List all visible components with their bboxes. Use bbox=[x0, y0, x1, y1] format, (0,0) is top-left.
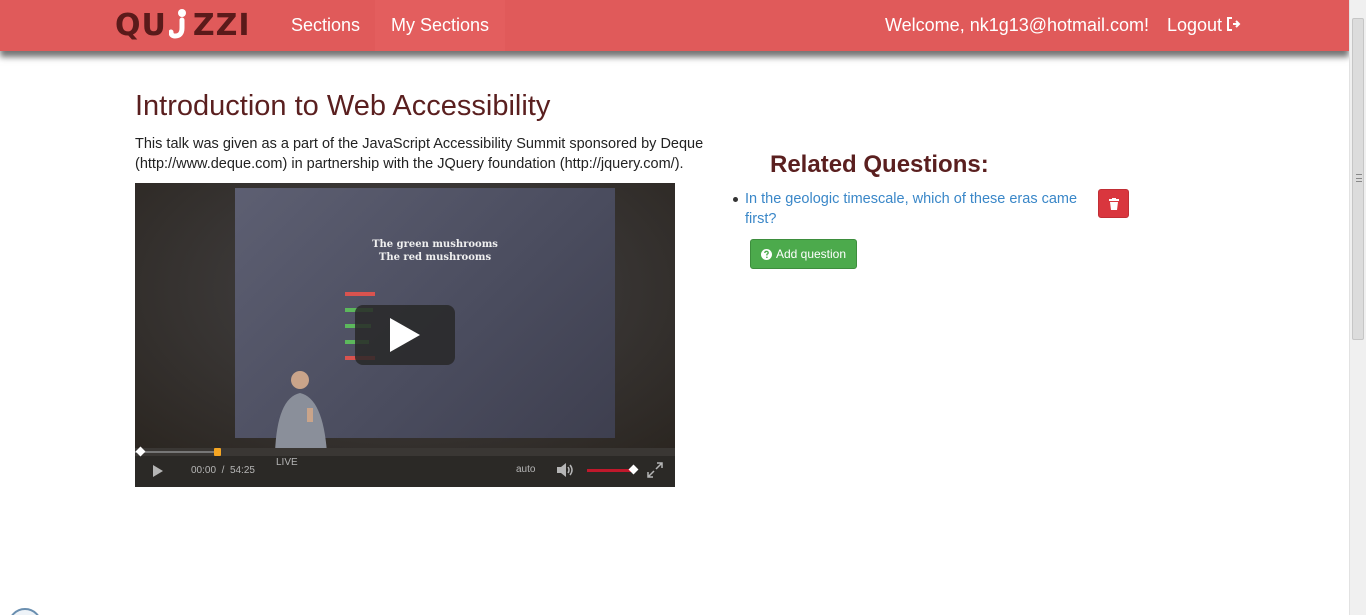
related-question-link[interactable]: In the geologic timescale, which of thes… bbox=[745, 189, 1085, 229]
scrollbar-thumb[interactable] bbox=[1352, 18, 1364, 340]
delete-question-button[interactable] bbox=[1098, 189, 1129, 218]
welcome-text: Welcome, nk1g13@hotmail.com! bbox=[885, 15, 1150, 35]
quality-selector[interactable]: auto bbox=[516, 464, 535, 475]
slide-title: The green mushrooms The red mushrooms bbox=[330, 238, 540, 264]
duration: 54:25 bbox=[229, 465, 255, 476]
related-questions-title: Related Questions: bbox=[770, 151, 989, 178]
page-title: Introduction to Web Accessibility bbox=[135, 90, 551, 122]
time-separator: / bbox=[221, 465, 225, 476]
big-play-button[interactable] bbox=[355, 305, 455, 365]
page-scrollbar[interactable] bbox=[1349, 0, 1366, 615]
progress-buffer bbox=[135, 451, 217, 453]
list-bullet bbox=[733, 197, 738, 202]
add-question-label: Add question bbox=[775, 247, 847, 261]
section-description: This talk was given as a part of the Jav… bbox=[135, 136, 704, 172]
logo[interactable]: QU ZZI bbox=[115, 6, 251, 44]
navbar: QU ZZI Sections My Sections Welcome, nk1… bbox=[0, 0, 1349, 51]
time-display: 00:00 / 54:25 bbox=[191, 465, 255, 476]
video-player[interactable]: The green mushrooms The red mushrooms 00… bbox=[135, 183, 675, 487]
progress-bar[interactable] bbox=[135, 446, 675, 457]
question-circle-icon bbox=[760, 248, 772, 260]
volume-handle[interactable] bbox=[628, 464, 639, 475]
play-icon bbox=[390, 318, 420, 352]
page: QU ZZI Sections My Sections Welcome, nk1… bbox=[0, 0, 1366, 615]
logout-label: Logout bbox=[1167, 15, 1223, 35]
current-time: 00:00 bbox=[191, 465, 217, 476]
logo-text-left: QU bbox=[115, 7, 167, 43]
progress-marker bbox=[214, 448, 221, 456]
logout-link[interactable]: Logout bbox=[1167, 0, 1242, 51]
progress-handle[interactable] bbox=[135, 446, 146, 457]
nav-my-sections-link[interactable]: My Sections bbox=[375, 0, 506, 51]
fullscreen-icon[interactable] bbox=[647, 462, 663, 478]
nav-sections-link[interactable]: Sections bbox=[275, 0, 376, 51]
sign-out-icon bbox=[1226, 15, 1242, 36]
add-question-button[interactable]: Add question bbox=[750, 239, 857, 269]
live-label: LIVE bbox=[276, 457, 298, 468]
slide-line-2: The red mushrooms bbox=[378, 252, 492, 263]
presenter-figure bbox=[275, 371, 327, 453]
logo-question-mark-icon bbox=[168, 6, 191, 44]
corner-widget[interactable] bbox=[8, 608, 42, 615]
scrollbar-grip bbox=[1356, 174, 1362, 182]
volume-icon[interactable] bbox=[557, 463, 575, 477]
slide-line-1: The green mushrooms bbox=[372, 239, 498, 250]
video-controls: 00:00 / 54:25 LIVE auto bbox=[135, 446, 675, 487]
control-play-icon[interactable] bbox=[153, 465, 163, 477]
logo-text-right: ZZI bbox=[192, 7, 251, 43]
trash-icon bbox=[1108, 197, 1119, 210]
